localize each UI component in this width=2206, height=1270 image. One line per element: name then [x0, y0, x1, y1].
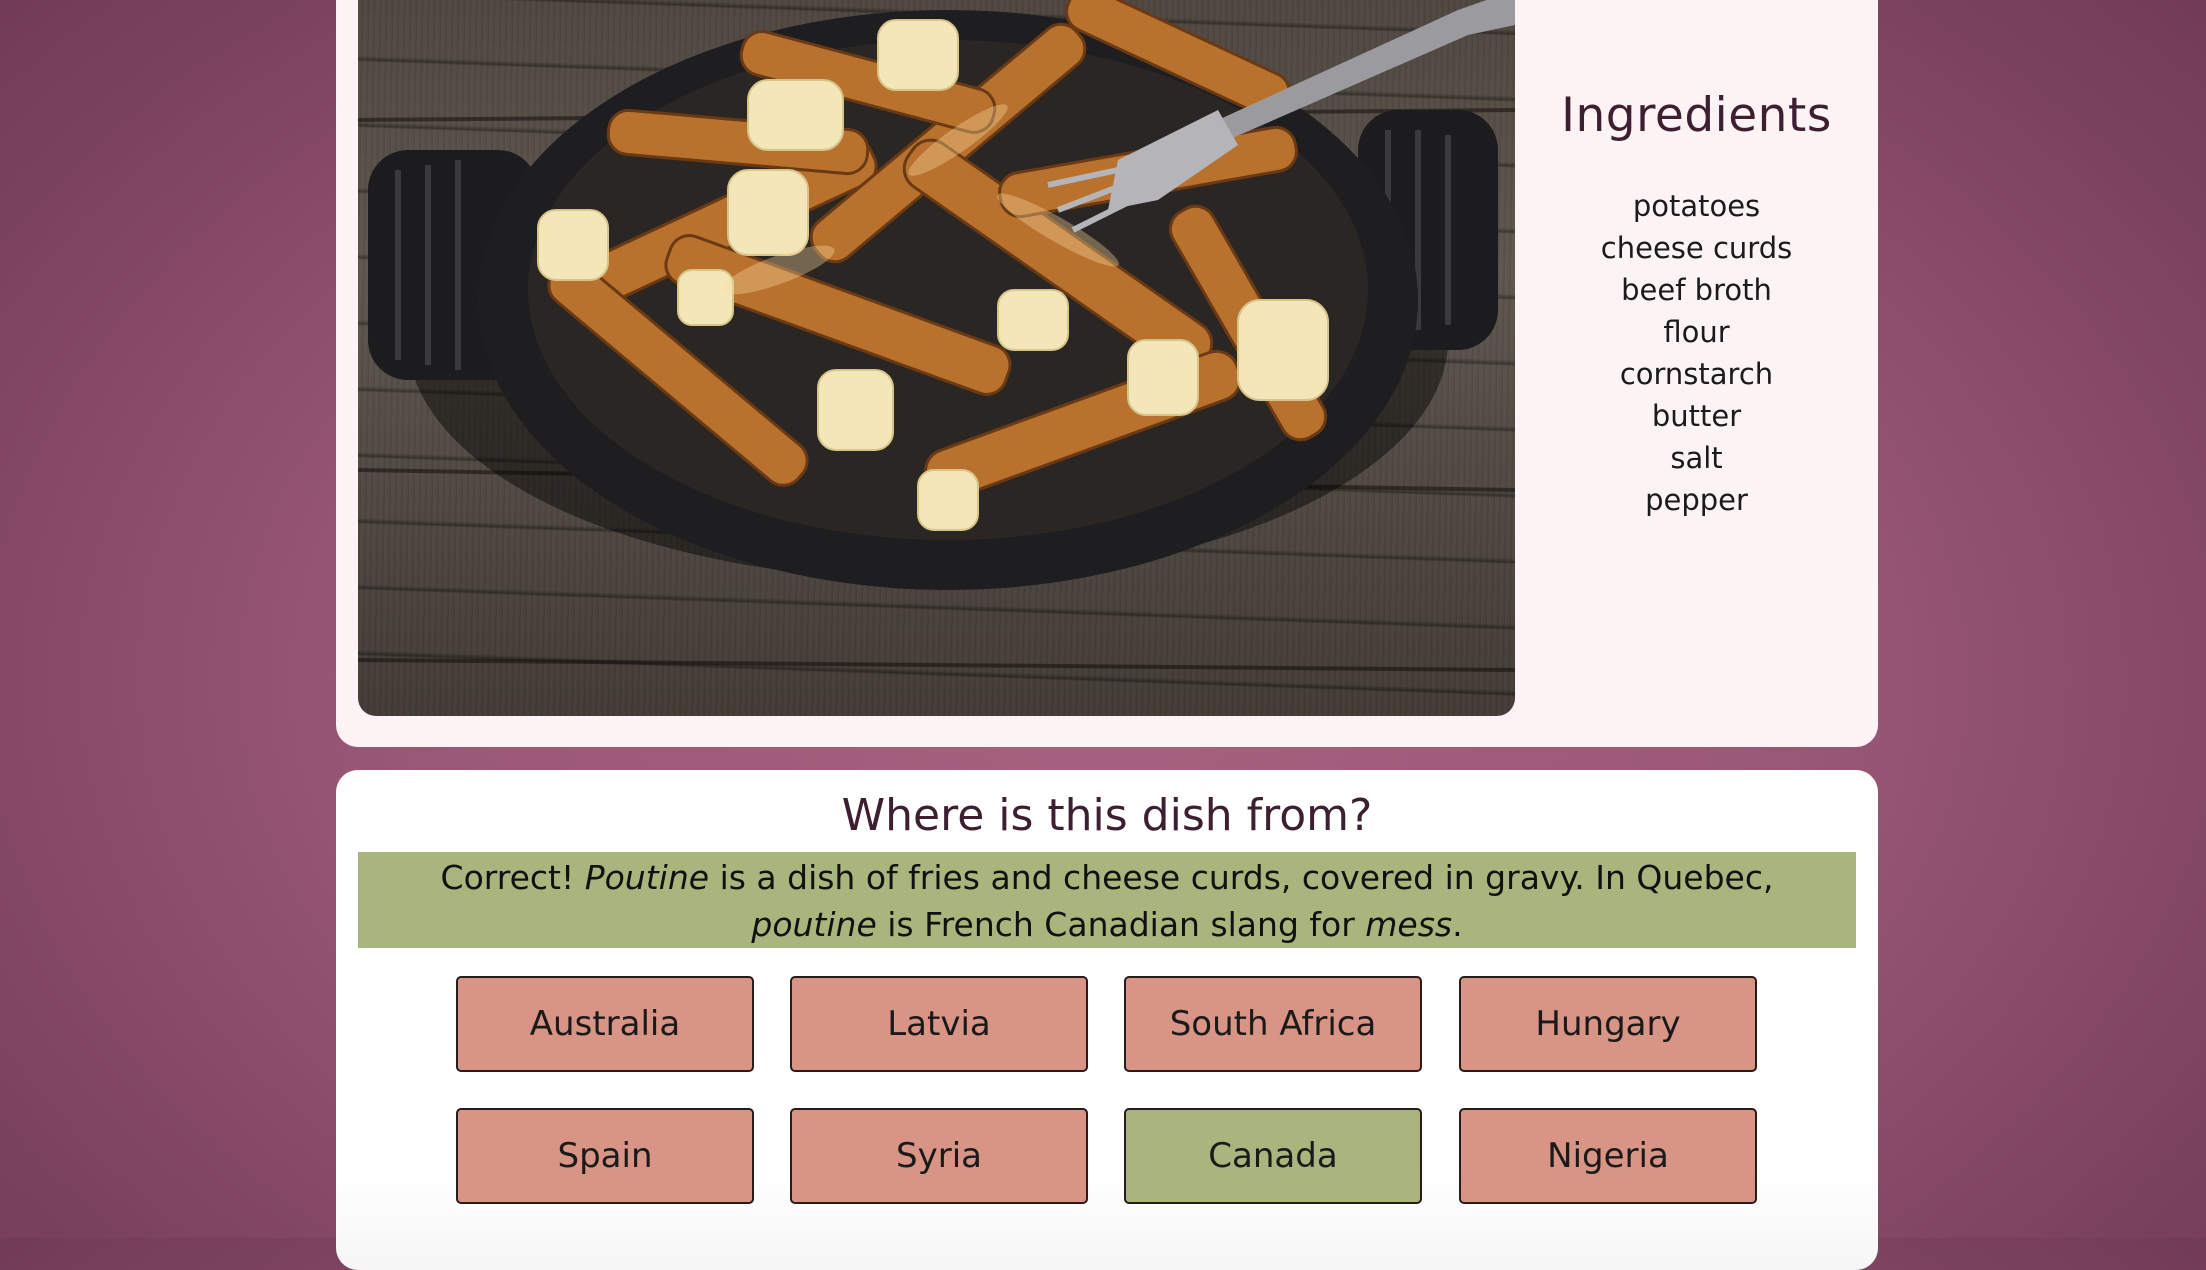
- ingredient-item: pepper: [1645, 483, 1748, 517]
- answer-button-hungary[interactable]: Hungary: [1459, 976, 1757, 1072]
- dish-photo: [358, 0, 1515, 716]
- quiz-question: Where is this dish from?: [841, 790, 1373, 841]
- ingredients-list: potatoes cheese curds beef broth flour c…: [1515, 185, 1878, 521]
- answer-button-australia[interactable]: Australia: [456, 976, 754, 1072]
- feedback-dish-name-lower: poutine: [751, 905, 877, 944]
- poutine-image: [358, 0, 1515, 672]
- ingredients-title: Ingredients: [1561, 88, 1832, 143]
- ingredient-item: salt: [1670, 441, 1723, 475]
- ingredient-item: beef broth: [1621, 273, 1772, 307]
- ingredient-item: flour: [1663, 315, 1730, 349]
- answer-feedback: Correct! Poutine is a dish of fries and …: [358, 852, 1856, 948]
- ingredients-panel: Ingredients potatoes cheese curds beef b…: [1515, 0, 1878, 521]
- answer-button-spain[interactable]: Spain: [456, 1108, 754, 1204]
- feedback-text-1: is a dish of fries and cheese curds, cov…: [719, 858, 1774, 897]
- feedback-correct-label: Correct!: [440, 858, 575, 897]
- answer-button-canada[interactable]: Canada: [1124, 1108, 1422, 1204]
- feedback-dish-name: Poutine: [584, 858, 710, 897]
- quiz-card: Where is this dish from? Correct! Poutin…: [336, 770, 1878, 1270]
- feedback-end: .: [1452, 905, 1463, 944]
- ingredient-item: potatoes: [1632, 189, 1761, 223]
- ingredient-item: cheese curds: [1600, 231, 1793, 265]
- ingredient-item: butter: [1651, 399, 1742, 433]
- answer-button-latvia[interactable]: Latvia: [790, 976, 1088, 1072]
- recipe-card: Ingredients potatoes cheese curds beef b…: [336, 0, 1878, 747]
- answer-button-syria[interactable]: Syria: [790, 1108, 1088, 1204]
- answer-button-nigeria[interactable]: Nigeria: [1459, 1108, 1757, 1204]
- answer-button-south-africa[interactable]: South Africa: [1124, 976, 1422, 1072]
- feedback-text-2: is French Canadian slang for: [887, 905, 1355, 944]
- ingredient-item: cornstarch: [1619, 357, 1774, 391]
- feedback-slang-word: mess: [1365, 905, 1453, 944]
